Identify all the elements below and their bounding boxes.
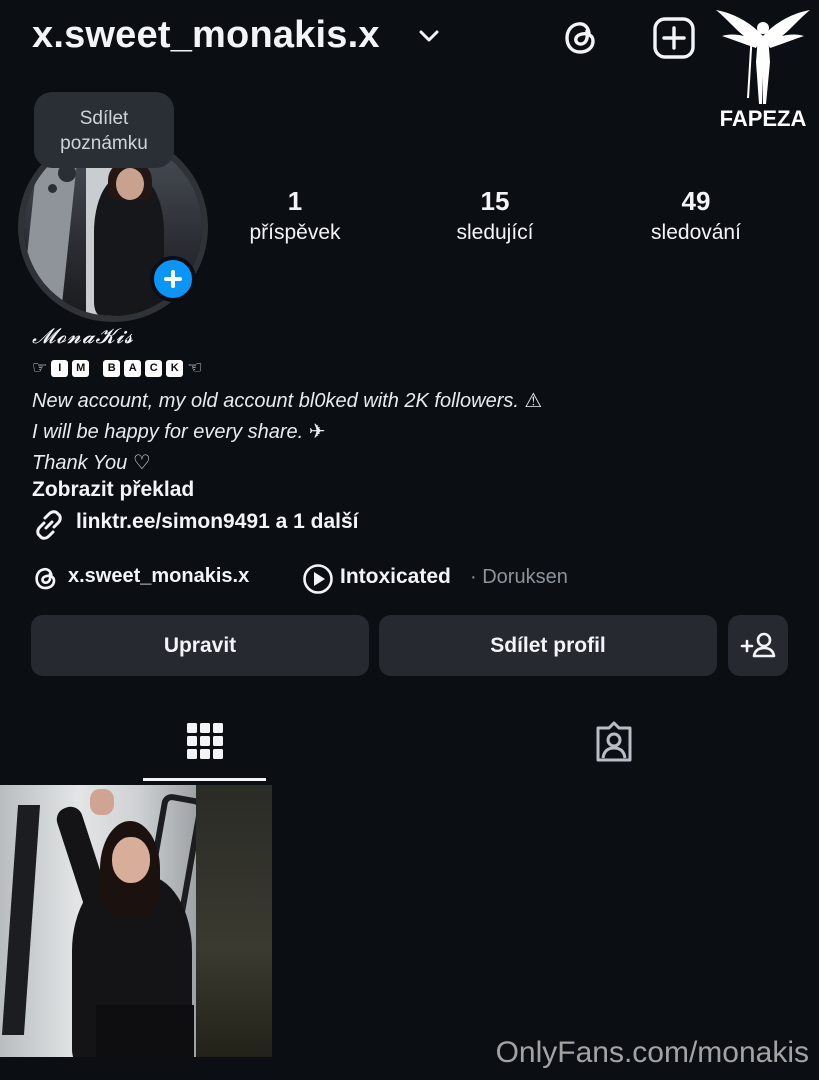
stat-posts-count: 1 bbox=[287, 186, 303, 216]
letter-box: I bbox=[51, 359, 69, 377]
profile-username[interactable]: x.sweet_monakis.x bbox=[32, 14, 380, 57]
note-bubble-tail-small bbox=[48, 184, 57, 193]
play-icon[interactable] bbox=[302, 563, 334, 595]
letter-box: A bbox=[124, 359, 142, 377]
add-person-icon bbox=[740, 632, 776, 658]
angel-logo-icon bbox=[716, 10, 810, 104]
watermark-logo-text: FAPEZA bbox=[719, 106, 807, 131]
threads-profile-link[interactable]: x.sweet_monakis.x bbox=[68, 565, 249, 588]
chevron-down-icon[interactable] bbox=[418, 28, 440, 44]
bio-line: Thank You ♡ bbox=[32, 452, 151, 474]
profile-song-artist: · Doruksen bbox=[470, 566, 568, 588]
external-link[interactable]: linktr.ee/simon9491 a 1 další bbox=[76, 510, 359, 534]
grid-icon[interactable] bbox=[186, 722, 224, 760]
add-post-icon[interactable] bbox=[652, 16, 696, 60]
show-translation-link[interactable]: Zobrazit překlad bbox=[32, 478, 194, 502]
profile-display-name: 𝓜𝓸𝓷𝓪𝓚𝓲𝓼 bbox=[32, 324, 135, 348]
discover-people-button[interactable] bbox=[728, 615, 788, 676]
link-icon bbox=[36, 510, 62, 540]
stat-following-count: 49 bbox=[681, 186, 711, 216]
stat-following[interactable]: 49 sledování bbox=[616, 186, 776, 245]
pointing-left-hand: ☜ bbox=[187, 358, 203, 377]
threads-icon[interactable] bbox=[560, 16, 602, 58]
edit-profile-button[interactable]: Upravit bbox=[31, 615, 369, 676]
im-back-line: ☞ I M B A C K ☜ bbox=[32, 358, 203, 378]
letter-box: K bbox=[166, 359, 184, 377]
stat-followers-count: 15 bbox=[480, 186, 510, 216]
post-thumbnail[interactable] bbox=[0, 785, 272, 1057]
tagged-photos-icon[interactable] bbox=[592, 720, 636, 764]
bio-line: New account, my old account bl0ked with … bbox=[32, 390, 543, 412]
stat-posts-label: příspěvek bbox=[249, 221, 341, 244]
threads-icon bbox=[35, 567, 56, 590]
pointing-right-hand: ☞ bbox=[32, 358, 48, 377]
letter-box: M bbox=[72, 359, 90, 377]
share-profile-button[interactable]: Sdílet profil bbox=[379, 615, 717, 676]
note-bubble-tail bbox=[58, 164, 76, 182]
watermark-text: OnlyFans.com/monakis bbox=[495, 1036, 809, 1069]
profile-song-title[interactable]: Intoxicated bbox=[340, 565, 451, 589]
stat-followers[interactable]: 15 sledující bbox=[415, 186, 575, 245]
add-story-icon[interactable] bbox=[150, 256, 196, 302]
stat-posts[interactable]: 1 příspěvek bbox=[215, 186, 375, 245]
stat-following-label: sledování bbox=[651, 221, 741, 244]
letter-box: C bbox=[145, 359, 163, 377]
bio-line: I will be happy for every share. ✈ bbox=[32, 421, 326, 443]
letter-box: B bbox=[103, 359, 121, 377]
active-tab-indicator bbox=[143, 778, 266, 781]
share-note-bubble[interactable]: Sdílet poznámku bbox=[34, 92, 174, 168]
stat-followers-label: sledující bbox=[456, 221, 534, 244]
